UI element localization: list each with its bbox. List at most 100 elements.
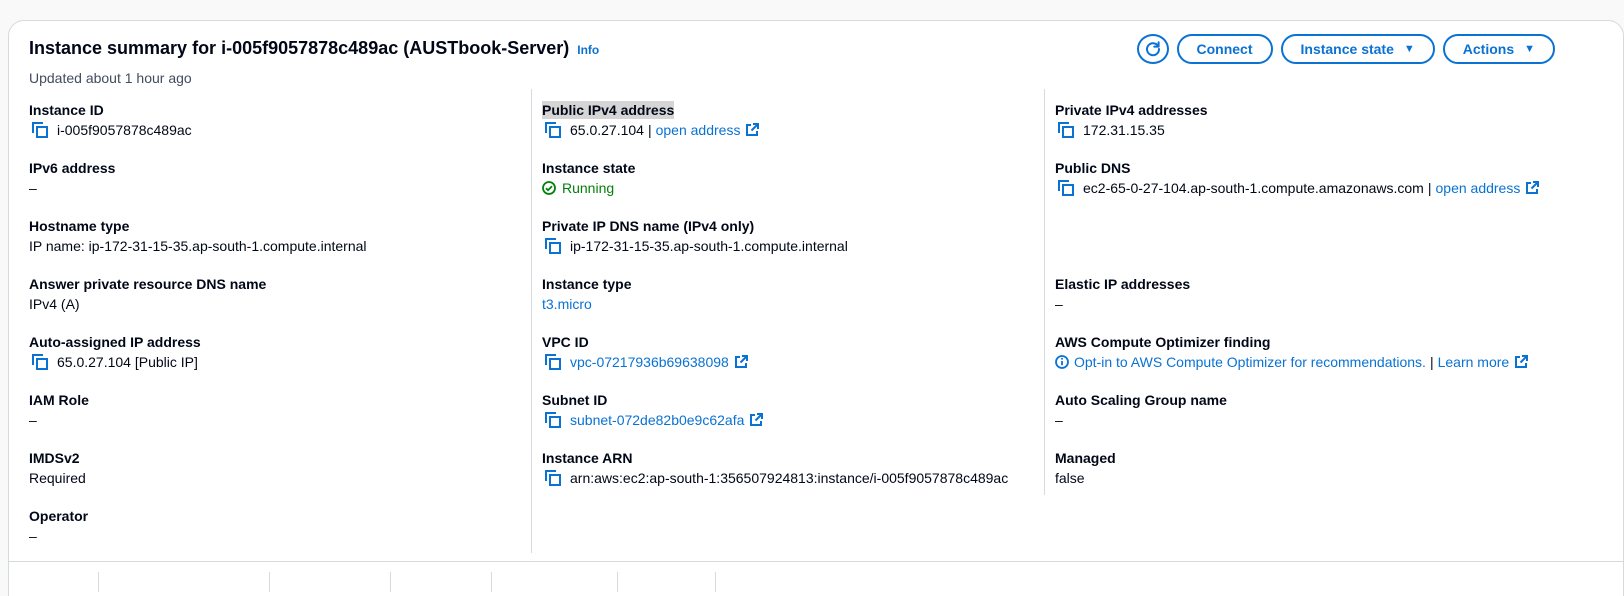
field-value: t3.micro	[542, 294, 1042, 314]
auto-ip-value: 65.0.27.104 [Public IP]	[57, 353, 198, 370]
field-label: Private IPv4 addresses	[1055, 102, 1208, 118]
field-value: 65.0.27.104 | open address	[542, 120, 1042, 140]
instance-state-button[interactable]: Instance state ▼	[1280, 34, 1435, 64]
field-instance-id: Instance ID i-005f9057878c489ac	[29, 101, 529, 159]
instance-arn-value: arn:aws:ec2:ap-south-1:356507924813:inst…	[570, 469, 1009, 486]
field-label: Public IPv4 address	[542, 101, 675, 119]
external-link-icon[interactable]	[749, 413, 764, 427]
field-label: Hostname type	[29, 218, 130, 234]
info-circle-icon	[1055, 355, 1069, 369]
field-label: Instance ID	[29, 102, 104, 118]
status-badge: Running	[542, 179, 614, 198]
details-tabs-bar	[9, 561, 1623, 596]
page-title: Instance summary for i-005f9057878c489ac…	[29, 38, 570, 58]
field-auto-ip: Auto-assigned IP address 65.0.27.104 [Pu…	[29, 333, 529, 391]
copy-icon[interactable]	[545, 412, 563, 428]
field-label: Instance ARN	[542, 450, 633, 466]
check-circle-icon	[542, 181, 556, 195]
imdsv2-value: Required	[29, 469, 86, 486]
instance-state-value: Running	[562, 179, 615, 196]
copy-icon[interactable]	[545, 470, 563, 486]
copy-icon[interactable]	[545, 238, 563, 254]
copy-icon[interactable]	[545, 354, 563, 370]
field-value: 172.31.15.35	[1055, 120, 1615, 140]
instance-type-link[interactable]: t3.micro	[542, 295, 592, 314]
field-label: Instance type	[542, 276, 632, 292]
open-address-link[interactable]: open address	[1436, 179, 1521, 198]
instance-id-value: i-005f9057878c489ac	[57, 121, 192, 138]
field-subnet-id: Subnet ID subnet-072de82b0e9c62afa	[542, 391, 1042, 449]
tab-divider	[98, 572, 99, 592]
hostname-type-value: IP name: ip-172-31-15-35.ap-south-1.comp…	[29, 237, 367, 254]
field-label: Elastic IP addresses	[1055, 276, 1191, 292]
asg-value: –	[1055, 411, 1063, 428]
field-label: IPv6 address	[29, 160, 116, 176]
field-ipv6: IPv6 address –	[29, 159, 529, 217]
field-asg: Auto Scaling Group name –	[1055, 391, 1615, 449]
field-answer-dns: Answer private resource DNS name IPv4 (A…	[29, 275, 529, 333]
field-instance-type: Instance type t3.micro	[542, 275, 1042, 333]
external-link-icon[interactable]	[1525, 181, 1540, 195]
field-value: ip-172-31-15-35.ap-south-1.compute.inter…	[542, 236, 1042, 256]
caret-down-icon: ▼	[1403, 42, 1415, 55]
field-label: Instance state	[542, 160, 636, 176]
learn-more-link[interactable]: Learn more	[1438, 353, 1510, 372]
field-instance-state: Instance state Running	[542, 159, 1042, 217]
copy-icon[interactable]	[1058, 122, 1076, 138]
copy-icon[interactable]	[1058, 180, 1076, 196]
actions-button[interactable]: Actions ▼	[1442, 34, 1555, 64]
field-label: Operator	[29, 508, 89, 524]
info-link[interactable]: Info	[577, 43, 599, 57]
public-dns-value: ec2-65-0-27-104.ap-south-1.compute.amazo…	[1083, 179, 1424, 196]
field-label: Managed	[1055, 450, 1116, 466]
field-value: Running	[542, 178, 1042, 198]
elastic-ip-value: –	[1055, 295, 1063, 312]
updated-timestamp: Updated about 1 hour ago	[29, 70, 192, 86]
field-label: IMDSv2	[29, 450, 80, 466]
field-label: Auto Scaling Group name	[1055, 392, 1227, 408]
connect-button-label: Connect	[1196, 41, 1253, 57]
field-label: Private IP DNS name (IPv4 only)	[542, 218, 755, 234]
copy-icon[interactable]	[545, 122, 563, 138]
tab-divider	[491, 572, 492, 592]
open-address-link[interactable]: open address	[656, 121, 741, 140]
external-link-icon[interactable]	[734, 355, 748, 369]
refresh-icon	[1145, 41, 1160, 57]
actions-button-label: Actions	[1462, 41, 1515, 57]
field-label: Answer private resource DNS name	[29, 276, 267, 292]
managed-value: false	[1055, 469, 1085, 486]
private-dns-value: ip-172-31-15-35.ap-south-1.compute.inter…	[570, 237, 848, 254]
field-label: AWS Compute Optimizer finding	[1055, 334, 1271, 350]
separator: |	[1429, 353, 1434, 370]
refresh-button[interactable]	[1136, 34, 1169, 64]
separator: |	[1427, 179, 1432, 196]
field-value: vpc-07217936b69638098	[542, 352, 1042, 372]
tab-divider	[715, 572, 716, 592]
copy-icon[interactable]	[32, 122, 50, 138]
field-elastic-ip: Elastic IP addresses –	[1055, 275, 1615, 333]
external-link-icon[interactable]	[1514, 355, 1529, 369]
field-public-ipv4: Public IPv4 address 65.0.27.104 | open a…	[542, 101, 1042, 159]
field-label: IAM Role	[29, 392, 89, 408]
ipv6-value: –	[29, 179, 37, 196]
subnet-id-link[interactable]: subnet-072de82b0e9c62afa	[570, 411, 744, 430]
connect-button[interactable]: Connect	[1176, 34, 1273, 64]
field-private-ipv4: Private IPv4 addresses 172.31.15.35	[1055, 101, 1615, 159]
operator-value: –	[29, 527, 37, 544]
field-iam-role: IAM Role –	[29, 391, 529, 449]
answer-dns-value: IPv4 (A)	[29, 295, 80, 312]
caret-down-icon: ▼	[1524, 42, 1535, 55]
field-instance-arn: Instance ARN arn:aws:ec2:ap-south-1:3565…	[542, 449, 1042, 507]
instance-state-button-label: Instance state	[1300, 41, 1394, 57]
tab-divider	[390, 572, 391, 592]
external-link-icon[interactable]	[745, 123, 760, 137]
field-managed: Managed false	[1055, 449, 1615, 507]
field-value: 65.0.27.104 [Public IP]	[29, 352, 529, 372]
vpc-id-link[interactable]: vpc-07217936b69638098	[570, 353, 729, 372]
header-actions: Connect Instance state ▼ Actions ▼	[1136, 34, 1555, 64]
field-label: Subnet ID	[542, 392, 608, 408]
field-imdsv2: IMDSv2 Required	[29, 449, 529, 507]
copy-icon[interactable]	[32, 354, 50, 370]
optimizer-opt-in-link[interactable]: Opt-in to AWS Compute Optimizer for reco…	[1074, 353, 1426, 372]
field-value: ec2-65-0-27-104.ap-south-1.compute.amazo…	[1055, 178, 1615, 198]
